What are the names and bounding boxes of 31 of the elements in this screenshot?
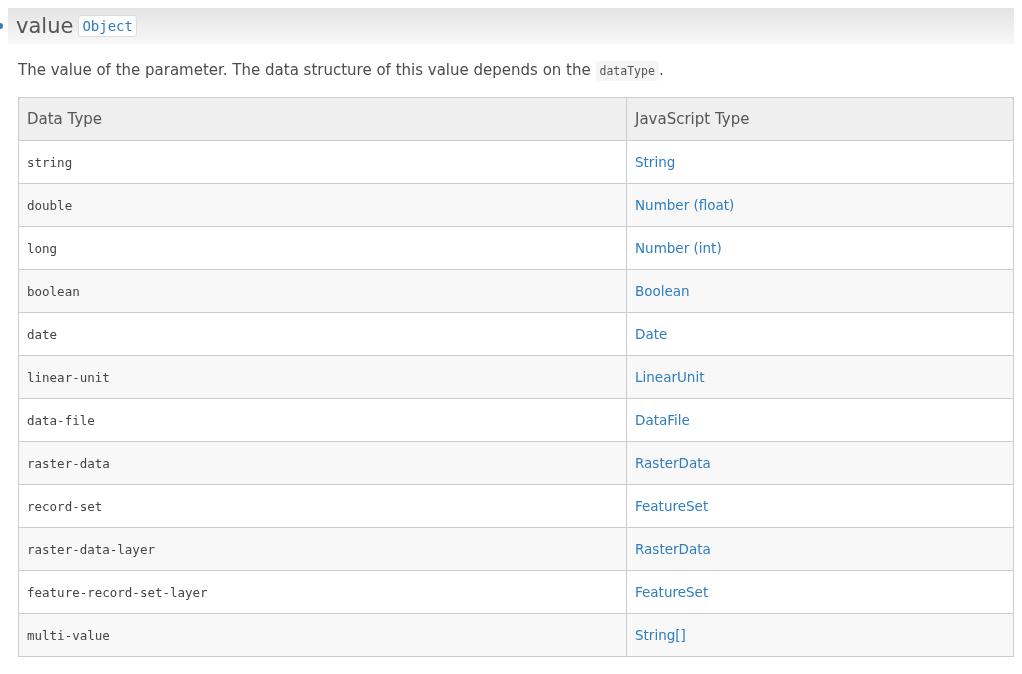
table-cell: boolean xyxy=(18,269,627,313)
table-cell: date xyxy=(18,312,627,356)
type-link[interactable]: String[] xyxy=(635,627,686,643)
column-header: JavaScript Type xyxy=(626,97,1014,141)
table-cell: record-set xyxy=(18,484,627,528)
table-cell: long xyxy=(18,226,627,270)
parameter-name: value xyxy=(16,14,74,38)
type-link[interactable]: FeatureSet xyxy=(635,584,709,600)
inline-code: dataType xyxy=(595,61,659,81)
type-link[interactable]: Number (float) xyxy=(635,197,735,213)
type-link[interactable]: FeatureSet xyxy=(635,498,709,514)
type-link[interactable]: LinearUnit xyxy=(635,369,705,385)
table-cell: raster-data-layer xyxy=(18,527,627,571)
type-link[interactable]: DataFile xyxy=(635,412,690,428)
type-link[interactable]: RasterData xyxy=(635,541,711,557)
table-cell: data-file xyxy=(18,398,627,442)
type-link[interactable]: Boolean xyxy=(635,283,690,299)
type-tag: Object xyxy=(78,15,137,37)
table-cell: double xyxy=(18,183,627,227)
table-cell: raster-data xyxy=(18,441,627,485)
type-link[interactable]: Number (int) xyxy=(635,240,722,256)
description-text: . xyxy=(658,61,664,79)
table-cell: linear-unit xyxy=(18,355,627,399)
column-header: Data Type xyxy=(18,97,627,141)
type-link[interactable]: String xyxy=(635,154,676,170)
type-link[interactable]: RasterData xyxy=(635,455,711,471)
table-cell: feature-record-set-layer xyxy=(18,570,627,614)
table-cell: string xyxy=(18,140,627,184)
table-cell: multi-value xyxy=(18,613,627,657)
type-link[interactable]: Date xyxy=(635,326,668,342)
description-text: The value of the parameter. The data structure of this value depends on the xyxy=(18,61,591,79)
